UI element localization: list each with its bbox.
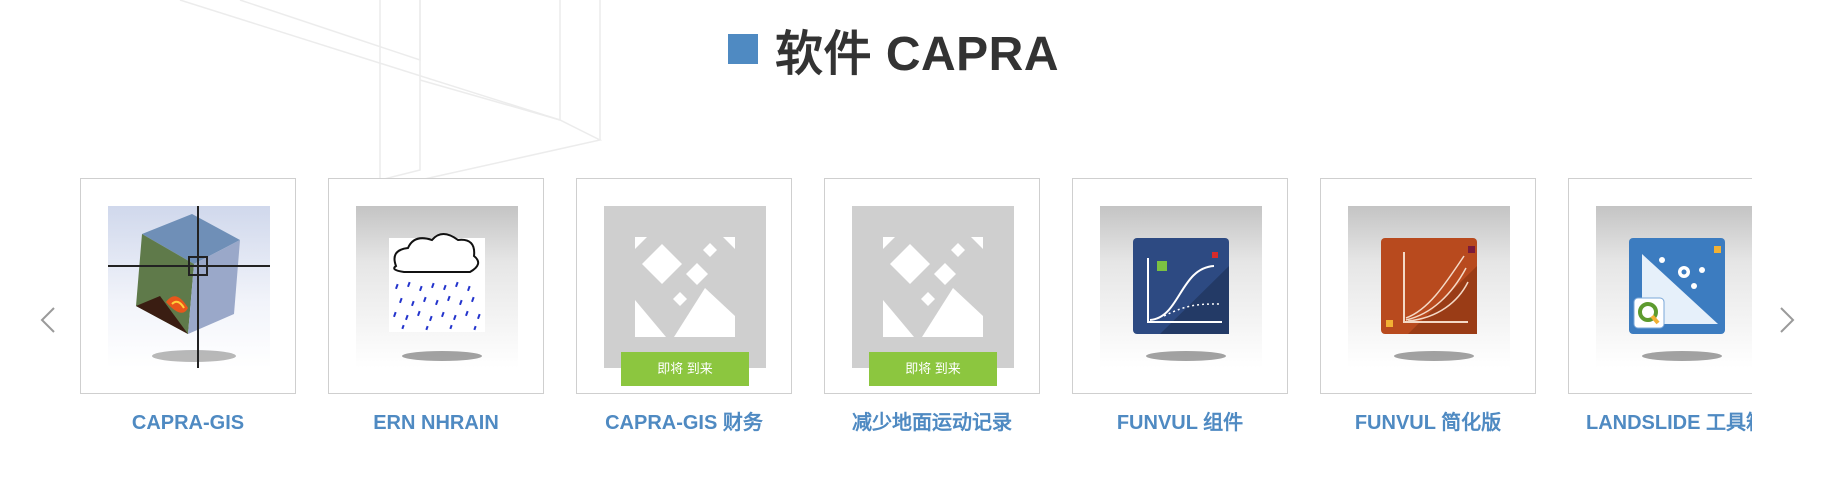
- card-label[interactable]: CAPRA-GIS: [80, 411, 296, 435]
- card-thumbnail: [356, 206, 518, 368]
- vulnerability-curves-icon: [1381, 238, 1477, 361]
- card-image-frame: [328, 178, 544, 394]
- card-thumbnail: [108, 206, 270, 368]
- coming-soon-badge: 即将 到来: [621, 352, 749, 386]
- card-label[interactable]: FUNVUL 简化版: [1320, 411, 1536, 435]
- section-heading: 软件 CAPRA: [0, 14, 1821, 84]
- heading-accent-square: [727, 34, 758, 64]
- card-thumbnail: [1348, 206, 1510, 368]
- card-image-frame: [1320, 178, 1536, 394]
- rain-cloud-icon: [389, 233, 485, 361]
- carousel-prev-button[interactable]: [36, 300, 62, 340]
- image-placeholder-icon: [635, 237, 735, 337]
- card-label[interactable]: 减少地面运动记录: [824, 411, 1040, 435]
- card-image-frame: [1072, 178, 1288, 394]
- chevron-left-icon: [40, 307, 55, 333]
- page-title: 软件 CAPRA: [774, 28, 1059, 81]
- card-image-frame: 即将 到来: [824, 178, 1040, 394]
- vulnerability-curve-icon: [1133, 238, 1229, 361]
- card-thumbnail: [604, 206, 766, 368]
- chevron-right-icon: [1780, 307, 1795, 333]
- image-placeholder-icon: [883, 237, 983, 337]
- carousel-next-button[interactable]: [1773, 300, 1799, 340]
- card-image-frame: [1568, 178, 1752, 394]
- qgis-landslide-icon: [1629, 238, 1725, 361]
- software-carousel: CAPRA-GIS ERN NHRAIN 即将 到来 CAPRA-GIS 财务 …: [80, 178, 1752, 478]
- card-image-frame: 即将 到来: [576, 178, 792, 394]
- card-label[interactable]: LANDSLIDE 工具箱: [1568, 411, 1752, 435]
- card-label[interactable]: ERN NHRAIN: [328, 411, 544, 435]
- card-label[interactable]: FUNVUL 组件: [1072, 411, 1288, 435]
- card-image-frame: [80, 178, 296, 394]
- card-thumbnail: [1100, 206, 1262, 368]
- globe-cube-crosshair-icon: [108, 206, 270, 368]
- card-label[interactable]: CAPRA-GIS 财务: [576, 411, 792, 435]
- card-thumbnail: [852, 206, 1014, 368]
- card-thumbnail: [1596, 206, 1752, 368]
- coming-soon-badge: 即将 到来: [869, 352, 997, 386]
